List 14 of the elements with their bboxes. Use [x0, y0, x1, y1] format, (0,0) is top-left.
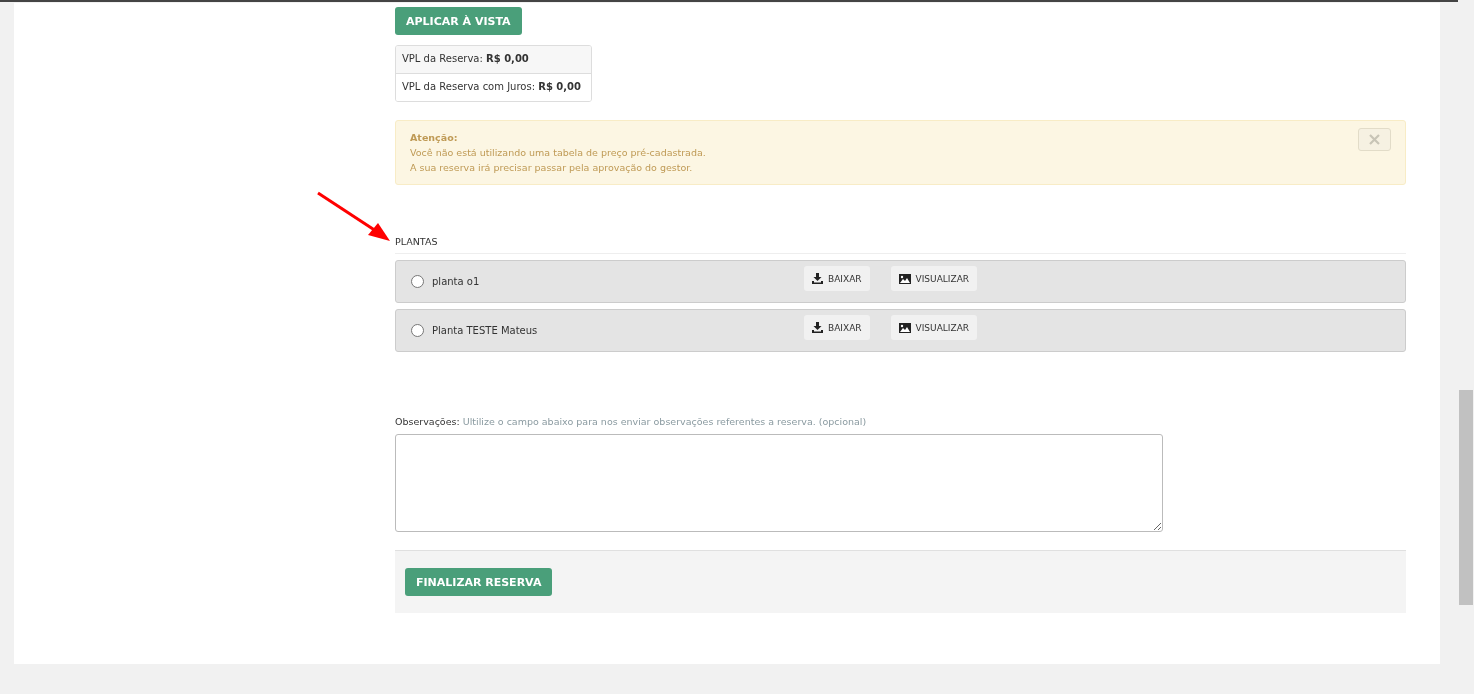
section-title: PLANTAS [395, 236, 1406, 254]
summary-row: VPL da Reserva com Juros: R$ 0,00 [396, 73, 591, 101]
alert-text: Você não está utilizando uma tabela de preço pré-cadastrada. [410, 146, 706, 160]
alert-title: Atenção: [410, 131, 458, 145]
notes-hint: Ultilize o campo abaixo para nos enviar observações referentes a reserva. (opcional) [462, 416, 867, 427]
download-button[interactable]: BAIXAR [804, 315, 870, 340]
summary-row: VPL da Reserva: R$ 0,00 [396, 46, 591, 73]
plan-name: Planta TESTE Mateus [432, 325, 539, 336]
view-button[interactable]: VISUALIZAR [890, 266, 978, 291]
download-button[interactable]: BAIXAR [804, 266, 870, 291]
notes-label: Observações: [395, 416, 460, 427]
plan-name: planta o1 [432, 276, 481, 287]
view-button[interactable]: VISUALIZAR [890, 315, 978, 340]
alert-text: A sua reserva irá precisar passar pela aprovação do gestor. [410, 161, 693, 175]
